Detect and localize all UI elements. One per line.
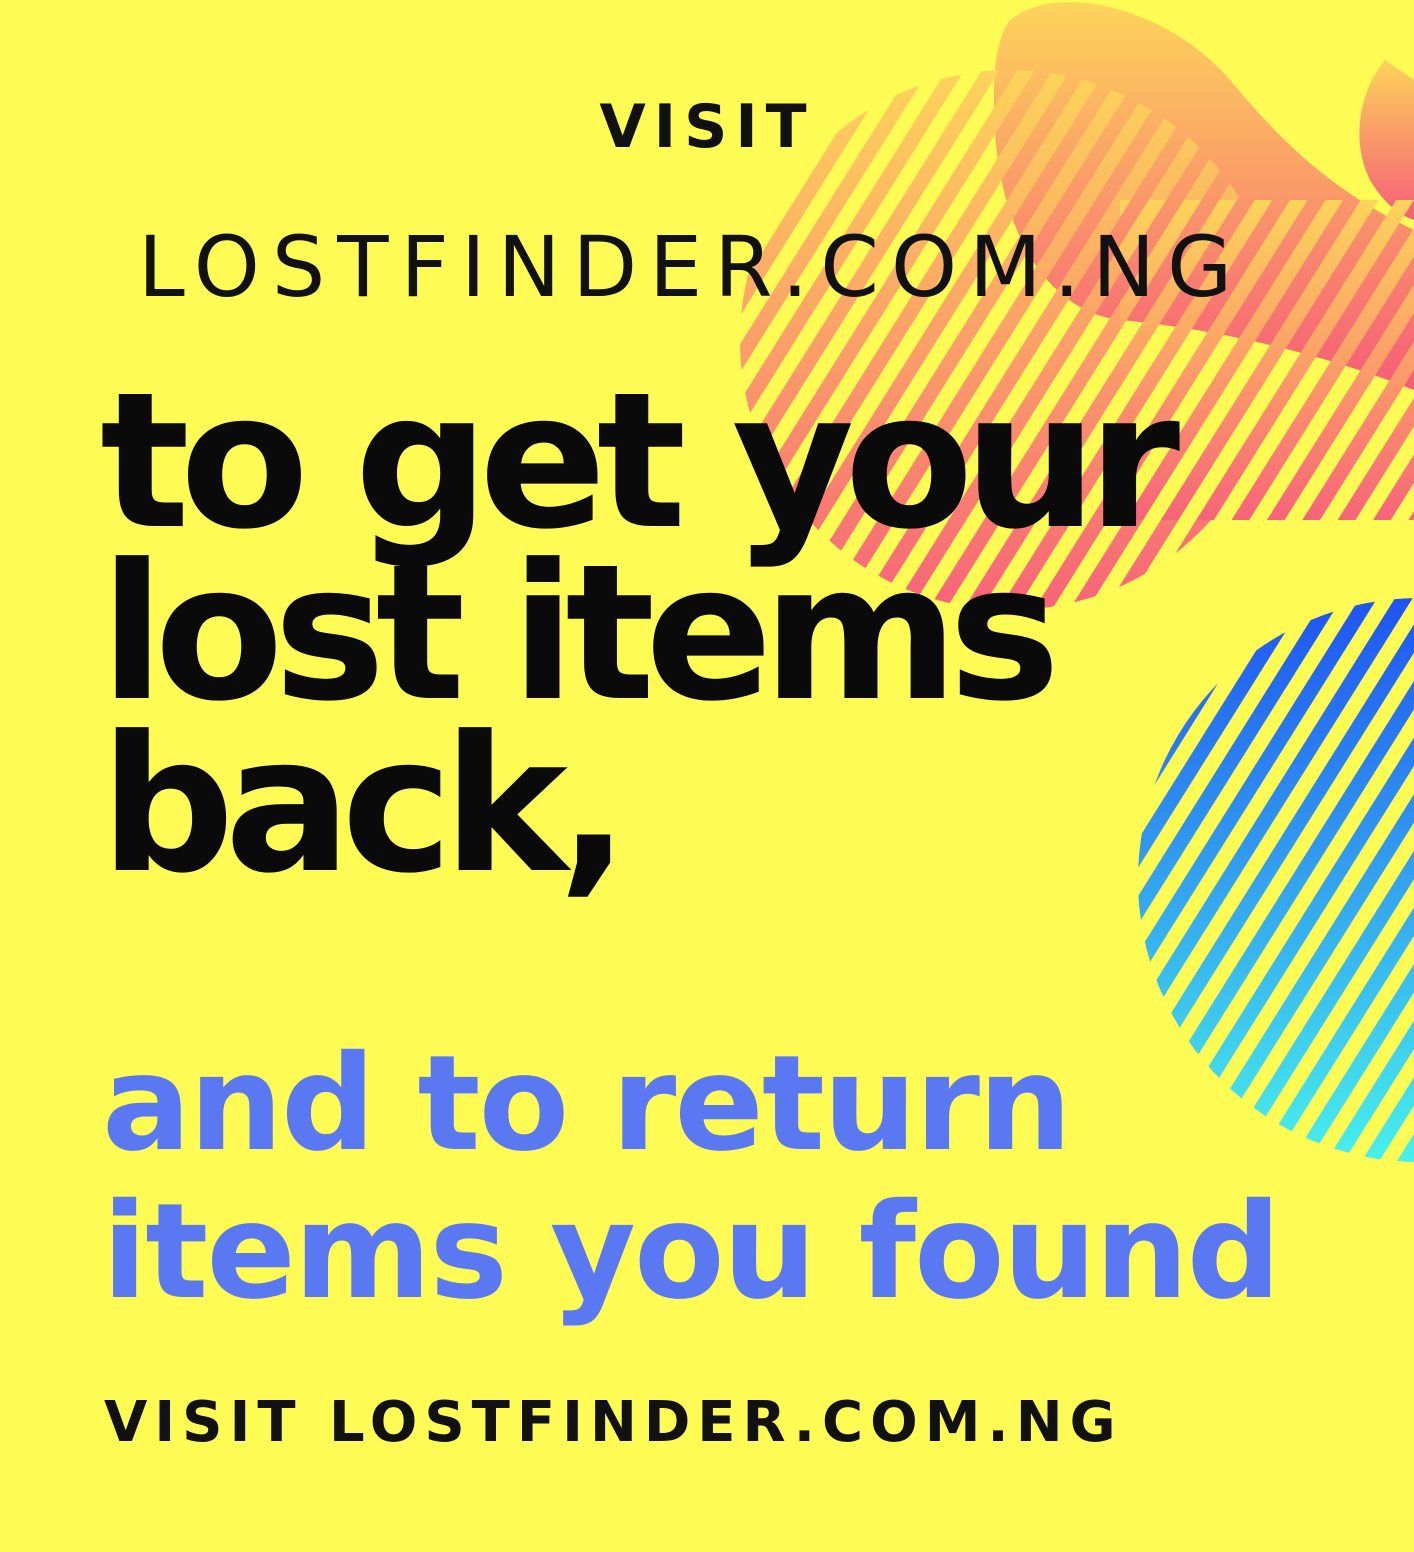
subline-line: and to return — [102, 1027, 1072, 1181]
site-name-heading[interactable]: LOSTFINDER.COM.NG — [138, 218, 1244, 316]
headline: to get your lost items back, — [100, 352, 1180, 915]
headline-line: lost items — [100, 524, 1060, 743]
headline-line: to get your — [100, 352, 1180, 571]
subline: and to return items you found — [102, 1027, 1281, 1329]
footer-visit-link[interactable]: VISIT LOSTFINDER.COM.NG — [104, 1390, 1123, 1455]
headline-line: back, — [100, 696, 629, 915]
visit-label: VISIT — [599, 92, 815, 162]
subline-line: items you found — [102, 1175, 1281, 1329]
